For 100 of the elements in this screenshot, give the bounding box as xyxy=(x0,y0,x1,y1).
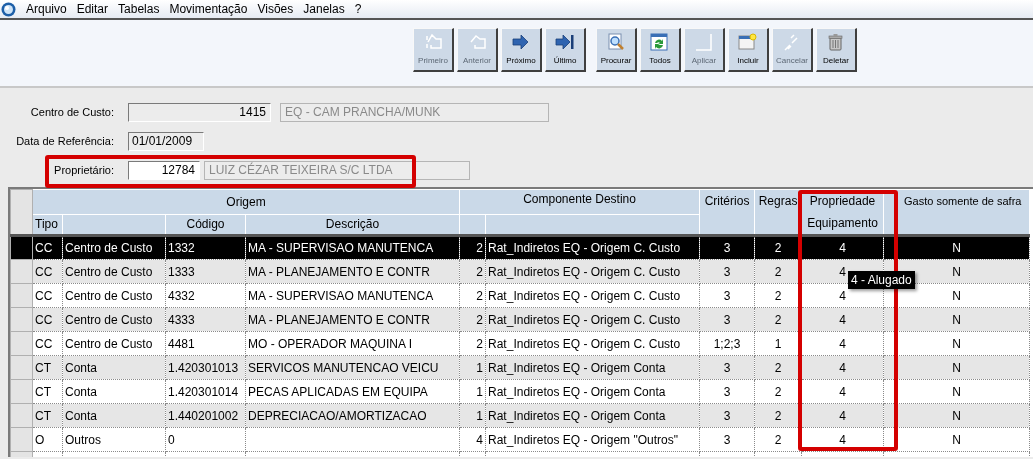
table-cell: N xyxy=(883,307,1030,332)
table-cell: 3 xyxy=(699,403,755,428)
table-cell: N xyxy=(883,403,1030,428)
table-cell: Conta xyxy=(62,355,166,380)
table-cell: Centro de Custo xyxy=(62,307,166,332)
table-cell: Rat_Indiretos EQ - Origem C. Custo xyxy=(485,235,700,260)
app-logo-icon xyxy=(1,1,16,17)
table-cell: CT xyxy=(32,355,63,380)
table-cell: 4 xyxy=(801,355,884,380)
table-cell: N xyxy=(883,379,1030,404)
table-row[interactable]: CC Centro de Custo 4481 MO - OPERADOR MAQUINA I 2 Rat_Indiretos EQ - Origem C. Custo 1;2;3 1 4 N xyxy=(10,331,1030,356)
table-cell: 4 xyxy=(801,235,884,260)
table-cell: N xyxy=(883,331,1030,356)
column-header: Gasto somente de safra xyxy=(883,189,1030,236)
input-field[interactable]: 1415 xyxy=(128,103,271,122)
table-cell: 4 xyxy=(801,379,884,404)
field-label: Proprietário: xyxy=(53,163,115,179)
table-cell: PECAS APLICADAS EM EQUIPA xyxy=(245,379,460,404)
last-arrow-icon xyxy=(555,32,575,52)
toolbar-button[interactable]: Deletar xyxy=(816,28,857,72)
table-cell: CC xyxy=(32,283,63,308)
menu-item[interactable]: Janelas xyxy=(298,0,350,18)
table-cell: 1 xyxy=(459,403,486,428)
table-row[interactable]: CC Centro de Custo 1332 MA - SUPERVISAO MANUTENCA 2 Rat_Indiretos EQ - Origem C. Custo 3 2 4 N xyxy=(10,235,1030,260)
toolbar-button[interactable]: Todos xyxy=(640,28,681,72)
outline-arrow-icon xyxy=(423,32,443,52)
table-cell: 1.440201002 xyxy=(165,403,246,428)
table-cell: MA - PLANEJAMENTO E CONTR xyxy=(245,259,460,284)
table-cell: N xyxy=(883,427,1030,452)
table-cell: 4 xyxy=(801,307,884,332)
table-cell: 3 xyxy=(699,283,755,308)
table-cell: 1.420301013 xyxy=(165,355,246,380)
menu-item[interactable]: ? xyxy=(349,0,367,18)
menu-item[interactable]: Tabelas xyxy=(113,0,165,18)
table-cell: Conta xyxy=(62,379,166,404)
table-cell: MO - OPERADOR MAQUINA I xyxy=(245,331,460,356)
input-field: EQ - CAM PRANCHA/MUNK xyxy=(280,103,549,122)
input-field[interactable]: 12784 xyxy=(128,161,200,180)
table-cell: 4 xyxy=(459,427,486,452)
table-cell: 3 xyxy=(699,307,755,332)
table-cell: CC xyxy=(32,259,63,284)
table-cell: 4 xyxy=(801,331,884,356)
table-cell: Conta xyxy=(62,403,166,428)
table-cell: N xyxy=(883,355,1030,380)
table-cell: Rat_Indiretos EQ - Origem C. Custo xyxy=(485,259,700,284)
table-cell: SERVICOS MANUTENCAO VEICU xyxy=(245,355,460,380)
new-window-icon xyxy=(738,32,758,52)
toolbar-button[interactable]: Procurar xyxy=(596,28,637,72)
column-header: Critérios xyxy=(699,189,755,236)
table-cell: Centro de Custo xyxy=(62,235,166,260)
toolbar-button[interactable]: Próximo xyxy=(501,28,542,72)
table-cell: 2 xyxy=(459,331,486,356)
refresh-window-icon xyxy=(650,32,670,52)
table-cell: Rat_Indiretos EQ - Origem C. Custo xyxy=(485,331,700,356)
trash-can-icon xyxy=(826,32,846,52)
table-cell: 4332 xyxy=(165,283,246,308)
table-cell: Centro de Custo xyxy=(62,283,166,308)
table-cell: 3 xyxy=(699,259,755,284)
column-header: Origem xyxy=(32,189,460,215)
table-cell: 3 xyxy=(699,355,755,380)
table-cell: CC xyxy=(32,331,63,356)
toolbar-button[interactable]: Último xyxy=(545,28,586,72)
table-cell: 2 xyxy=(459,283,486,308)
table-row[interactable]: CT Conta 1.440201002 DEPRECIACAO/AMORTIZACAO 1 Rat_Indiretos EQ - Origem Conta 3 2 4 N xyxy=(10,403,1030,428)
column-header: Descrição xyxy=(245,214,460,236)
table-cell: Rat_Indiretos EQ - Origem Conta xyxy=(485,379,700,404)
table-cell: 4481 xyxy=(165,331,246,356)
table-cell: 3 xyxy=(699,235,755,260)
table-cell: CT xyxy=(32,403,63,428)
table-cell: 1 xyxy=(459,379,486,404)
table-cell: O xyxy=(32,427,63,452)
field-label: Centro de Custo: xyxy=(29,105,115,121)
table-cell: Outros xyxy=(62,427,166,452)
table-cell: Rat_Indiretos EQ - Origem C. Custo xyxy=(485,283,700,308)
table-cell: 1.420301014 xyxy=(165,379,246,404)
search-icon xyxy=(606,32,626,52)
input-field[interactable]: 01/01/2009 xyxy=(128,132,204,151)
toolbar-button[interactable]: Incluir xyxy=(728,28,769,72)
menu-item[interactable]: Visões xyxy=(252,0,299,18)
menu-item[interactable]: Arquivo xyxy=(21,0,72,18)
table-cell: 2 xyxy=(459,235,486,260)
table-cell: 2 xyxy=(459,259,486,284)
menu-item[interactable]: Editar xyxy=(71,0,114,18)
table-cell: 4333 xyxy=(165,307,246,332)
table-cell: Rat_Indiretos EQ - Origem "Outros" xyxy=(485,427,700,452)
table-row[interactable]: CT Conta 1.420301014 PECAS APLICADAS EM EQUIPA 1 Rat_Indiretos EQ - Origem Conta 3 2 4 N xyxy=(10,379,1030,404)
table-cell: MA - SUPERVISAO MANUTENCA xyxy=(245,283,460,308)
table-cell: CC xyxy=(32,307,63,332)
table-cell: CC xyxy=(32,235,63,260)
table-row[interactable]: CC Centro de Custo 4333 MA - PLANEJAMENTO E CONTR 2 Rat_Indiretos EQ - Origem C. Custo 3 2 4 N xyxy=(10,307,1030,332)
table-cell: 1 xyxy=(459,355,486,380)
table-cell: Rat_Indiretos EQ - Origem Conta xyxy=(485,355,700,380)
table-cell: MA - SUPERVISAO MANUTENCA xyxy=(245,235,460,260)
menu-item[interactable]: Movimentação xyxy=(164,0,253,18)
field-label: Data de Referência: xyxy=(15,134,115,150)
table-row[interactable]: CT Conta 1.420301013 SERVICOS MANUTENCAO VEICU 1 Rat_Indiretos EQ - Origem Conta 3 2 4 N xyxy=(10,355,1030,380)
table-cell: 1332 xyxy=(165,235,246,260)
table-cell: DEPRECIACAO/AMORTIZACAO xyxy=(245,403,460,428)
table-row[interactable]: O Outros 0 4 Rat_Indiretos EQ - Origem "Outros" 3 2 4 N xyxy=(10,427,1030,452)
table-cell: Rat_Indiretos EQ - Origem C. Custo xyxy=(485,307,700,332)
